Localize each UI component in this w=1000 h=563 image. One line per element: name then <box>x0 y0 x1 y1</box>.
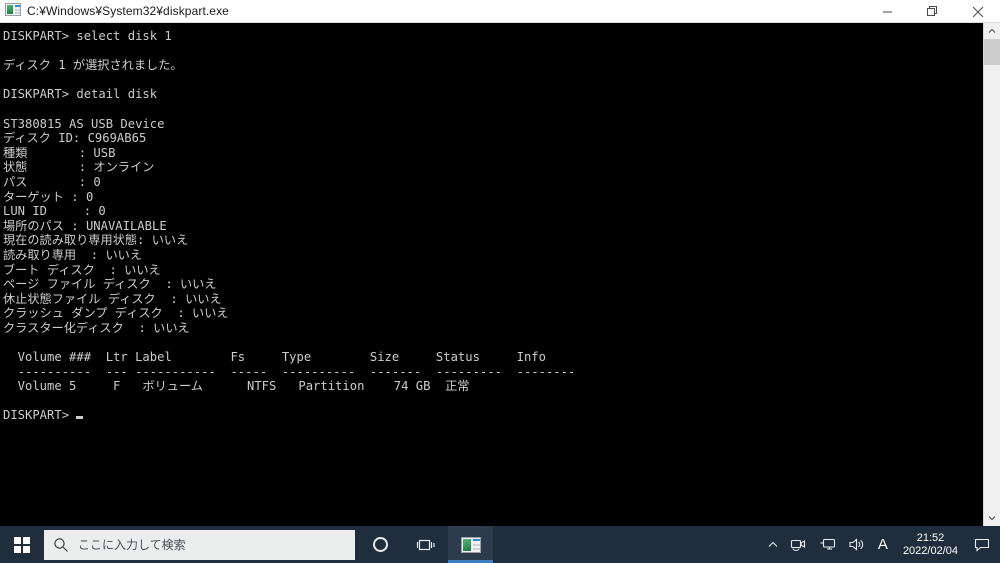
search-placeholder: ここに入力して検索 <box>78 538 186 552</box>
cortana-ring-icon <box>373 537 388 552</box>
task-view-button[interactable] <box>403 526 448 563</box>
chevron-up-icon[interactable] <box>762 526 784 563</box>
cortana-button[interactable] <box>358 526 403 563</box>
scroll-thumb[interactable] <box>984 39 1000 65</box>
task-view-icon <box>416 539 435 550</box>
volume-icon[interactable] <box>842 526 871 563</box>
minimize-button[interactable] <box>865 0 910 23</box>
clock-time: 21:52 <box>916 531 945 544</box>
windows-logo-icon <box>14 536 30 553</box>
ime-indicator[interactable]: A <box>871 536 895 553</box>
window-titlebar[interactable]: C:¥Windows¥System32¥diskpart.exe <box>0 0 1000 23</box>
console-icon <box>460 536 481 553</box>
console-text: DISKPART> select disk 1 ディスク 1 が選択されました。… <box>3 29 576 423</box>
clock-date: 2022/02/04 <box>902 544 958 557</box>
system-tray: A 21:52 2022/02/04 <box>762 526 1000 563</box>
text-cursor <box>76 416 84 420</box>
scroll-up-arrow[interactable] <box>984 23 1000 39</box>
clock[interactable]: 21:52 2022/02/04 <box>895 526 966 563</box>
start-button[interactable] <box>0 526 44 563</box>
search-icon <box>44 537 78 553</box>
scroll-down-arrow[interactable] <box>984 510 1000 526</box>
console-output-area[interactable]: DISKPART> select disk 1 ディスク 1 が選択されました。… <box>0 23 983 526</box>
network-icon[interactable] <box>813 526 842 563</box>
search-input[interactable]: ここに入力して検索 <box>44 529 355 560</box>
window-controls <box>865 0 1000 23</box>
taskbar-app-diskpart[interactable] <box>448 526 493 563</box>
console-icon <box>5 3 21 19</box>
window-title: C:¥Windows¥System32¥diskpart.exe <box>27 4 229 18</box>
console-scrollbar[interactable] <box>983 23 1000 526</box>
camera-icon[interactable] <box>784 526 813 563</box>
close-button[interactable] <box>955 0 1000 23</box>
restore-button[interactable] <box>910 0 955 23</box>
notification-icon[interactable] <box>966 526 1000 563</box>
desktop-screen: C:¥Windows¥System32¥diskpart.exe DISKPAR… <box>0 0 1000 563</box>
